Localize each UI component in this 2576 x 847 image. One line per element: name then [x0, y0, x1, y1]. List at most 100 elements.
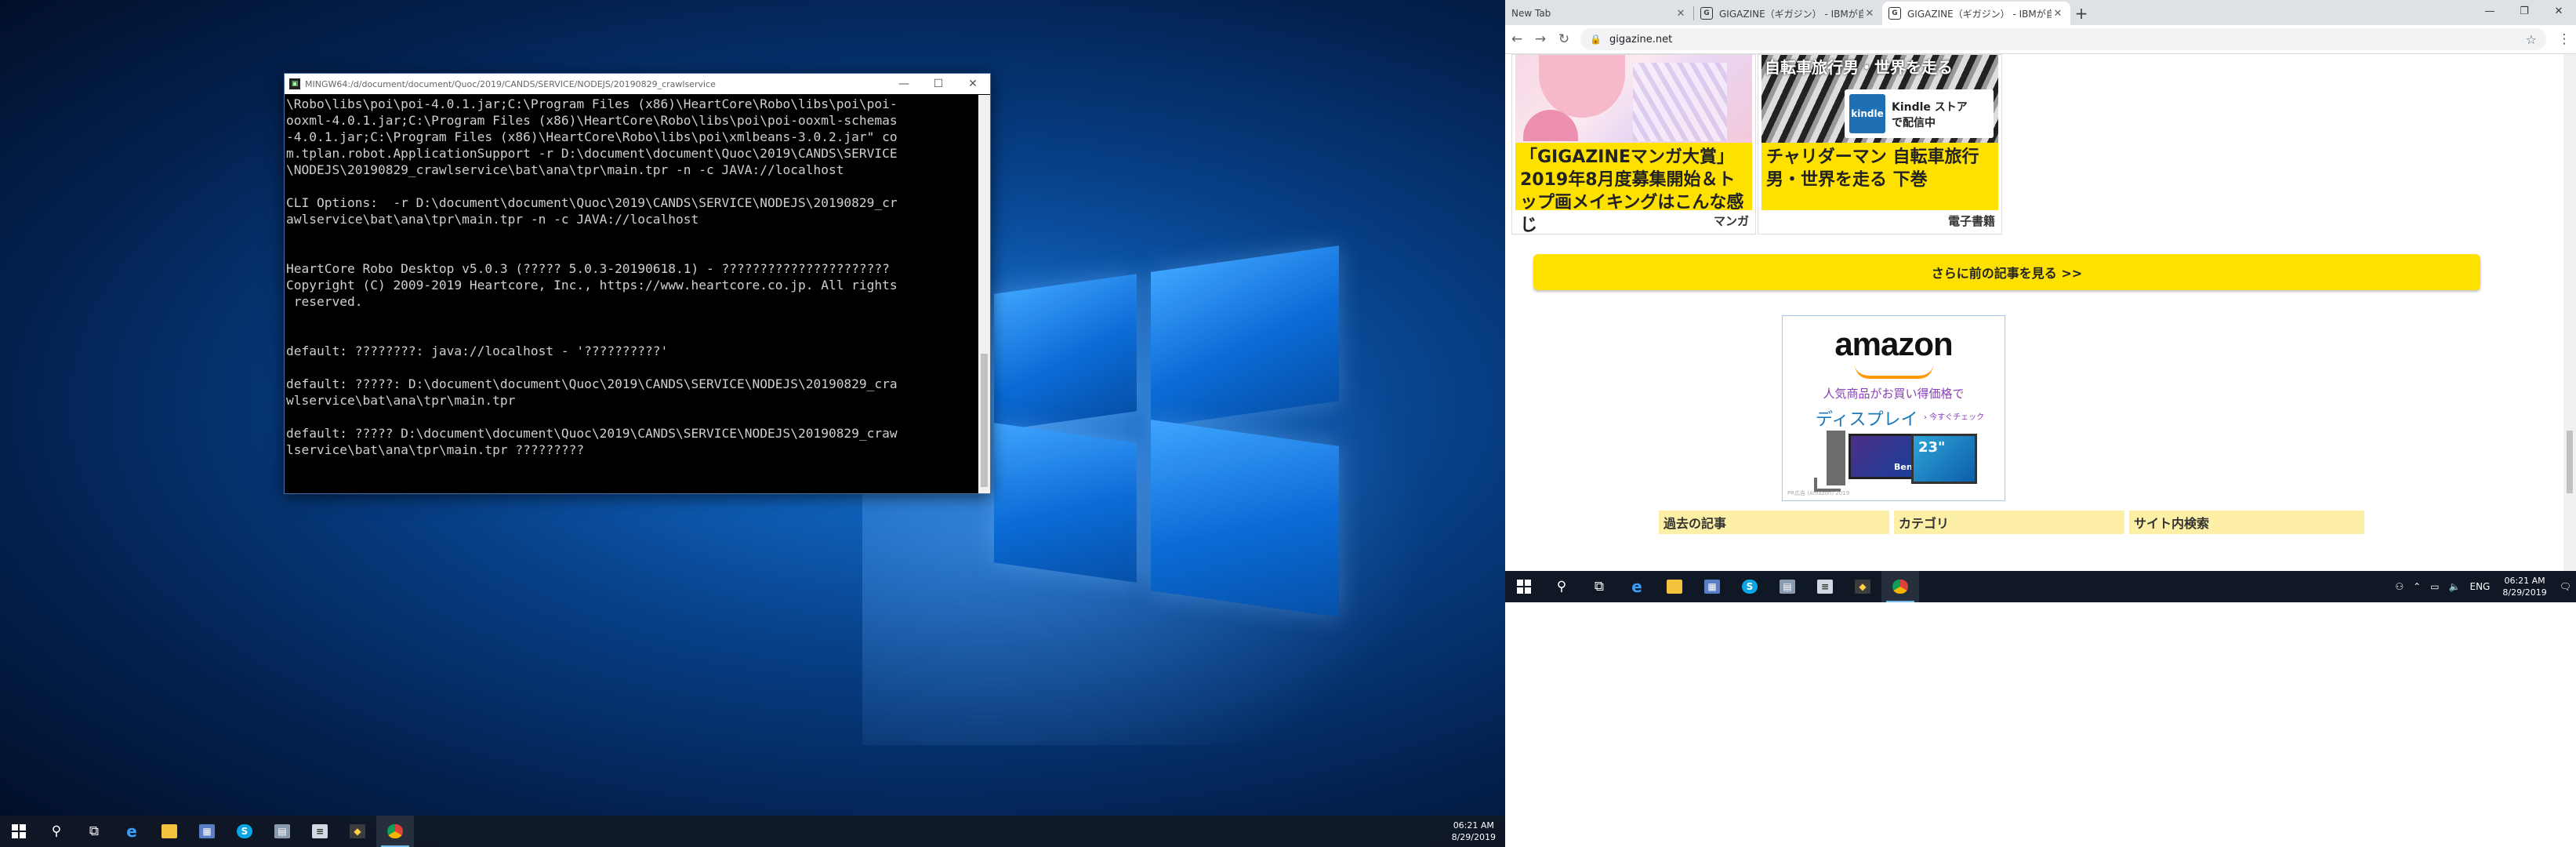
skype-icon[interactable]: S — [226, 816, 263, 847]
article-card[interactable]: 自転車旅行男・世界を走る kindle Kindle ストア で配信中 チャリダ… — [1758, 54, 2002, 234]
terminal-titlebar[interactable]: ▣ MINGW64:/d/document/document/Quoc/2019… — [285, 74, 990, 94]
terminal-line: \NODEJS\20190829_crawlservice\bat\ana\tp… — [286, 162, 844, 177]
amazon-ad[interactable]: amazon 人気商品がお買い得価格で ディスプレイ › 今すぐチェック Ben… — [1782, 315, 2005, 501]
notification-icon[interactable]: 🗨 — [2560, 581, 2571, 592]
scrollbar-thumb[interactable] — [981, 354, 988, 487]
scrollbar-thumb[interactable] — [2567, 431, 2573, 493]
forward-arrow-icon[interactable]: → — [1529, 27, 1552, 51]
clock-time: 06:21 AM — [1453, 820, 1494, 831]
task-view-icon[interactable]: ⧉ — [1580, 571, 1618, 602]
new-tab-button[interactable]: + — [2070, 2, 2092, 25]
terminal-window[interactable]: ▣ MINGW64:/d/document/document/Quoc/2019… — [284, 73, 991, 494]
start-button[interactable] — [1505, 571, 1543, 602]
close-button[interactable]: ✕ — [2542, 0, 2576, 22]
menu-kebab-icon[interactable]: ⋮ — [2552, 27, 2576, 51]
search-icon[interactable]: ⚲ — [38, 816, 75, 847]
kindle-label: Kindle ストア — [1892, 101, 1968, 114]
tab-gigazine-active[interactable]: G GIGAZINE（ギガジン） - IBMが自… ✕ — [1882, 2, 2070, 25]
article-category[interactable]: 電子書籍 — [1948, 213, 1995, 229]
edge-icon[interactable]: e — [1618, 571, 1656, 602]
notepad-icon[interactable]: ≡ — [1806, 571, 1844, 602]
chrome-icon[interactable] — [1881, 571, 1919, 602]
system-tray: ⚇ ⌃ ▭ 🔈 ENG 06:21 AM 8/29/2019 🗨 — [2390, 575, 2576, 598]
skype-icon[interactable]: S — [1731, 571, 1769, 602]
article-card[interactable]: 「GIGAZINEマンガ大賞」2019年8月度募集開始＆トップ画メイキングはこん… — [1511, 54, 1756, 235]
language-indicator[interactable]: ENG — [2470, 581, 2491, 592]
terminal-line: default: ????????: java://localhost - '?… — [286, 344, 669, 358]
minimize-button[interactable]: — — [887, 74, 921, 94]
url-text: gigazine.net — [1609, 33, 1673, 45]
terminal-output[interactable]: \Robo\libs\poi\poi-4.0.1.jar;C:\Program … — [286, 96, 978, 492]
terminal-line: m.tplan.robot.ApplicationSupport -r D:\d… — [286, 146, 898, 161]
clock[interactable]: 06:21 AM 8/29/2019 — [2502, 575, 2546, 598]
task-view-icon[interactable]: ⧉ — [75, 816, 113, 847]
category-heading: カテゴリ — [1894, 511, 2124, 534]
article-title[interactable]: チャリダーマン 自転車旅行 男・世界を走る 下巻 — [1761, 143, 1998, 210]
network-icon[interactable]: ▭ — [2430, 581, 2439, 592]
tab-new-tab[interactable]: New Tab ✕ — [1505, 2, 1693, 25]
windows-icon — [1517, 580, 1531, 594]
maximize-button[interactable]: ❐ — [2507, 0, 2542, 22]
terminal-line: default: ????? D:\document\document\Quoc… — [286, 426, 898, 441]
kindle-sublabel: で配信中 — [1892, 117, 1936, 129]
terminal-line: CLI Options: -r D:\document\document\Quo… — [286, 195, 898, 210]
web-page: 「GIGAZINEマンガ大賞」2019年8月度募集開始＆トップ画メイキングはこん… — [1505, 54, 2563, 571]
older-articles-button[interactable]: さらに前の記事を見る >> — [1533, 254, 2480, 290]
terminal-line: -4.0.1.jar;C:\Program Files (x86)\HeartC… — [286, 129, 898, 144]
monitor-size: 23" — [1918, 439, 1946, 456]
gigazine-favicon: G — [1888, 7, 1901, 20]
article-thumbnail[interactable] — [1515, 55, 1752, 143]
terminal-line: \Robo\libs\poi\poi-4.0.1.jar;C:\Program … — [286, 96, 898, 111]
article-category[interactable]: マンガ — [1714, 213, 1749, 229]
tab-label: GIGAZINE（ギガジン） - IBMが自… — [1719, 8, 1863, 20]
chrome-icon[interactable] — [376, 816, 414, 847]
app-icon[interactable]: ▦ — [1693, 571, 1731, 602]
reload-icon[interactable]: ↻ — [1552, 27, 1576, 51]
back-arrow-icon[interactable]: ← — [1505, 27, 1529, 51]
wallpaper-pane — [994, 274, 1137, 431]
article-title[interactable]: 「GIGAZINEマンガ大賞」2019年8月度募集開始＆トップ画メイキングはこん… — [1515, 143, 1752, 235]
address-bar[interactable]: 🔒 gigazine.net ☆ — [1580, 28, 2546, 50]
show-hidden-icons-icon[interactable]: ⌃ — [2413, 581, 2421, 592]
clock-date: 8/29/2019 — [2502, 587, 2547, 598]
app-icon[interactable]: ▦ — [188, 816, 226, 847]
terminal-scrollbar[interactable] — [978, 95, 990, 493]
app-icon[interactable]: ▤ — [1769, 571, 1806, 602]
close-tab-icon[interactable]: ✕ — [2052, 8, 2064, 20]
file-explorer-icon[interactable] — [1656, 571, 1693, 602]
tab-strip: New Tab ✕ G GIGAZINE（ギガジン） - IBMが自… ✕ G … — [1505, 0, 2576, 25]
clock[interactable]: 06:21 AM 8/29/2019 — [1452, 820, 1496, 843]
bookmark-star-icon[interactable]: ☆ — [2526, 32, 2537, 47]
ad-tagline: 人気商品がお買い得価格で — [1823, 387, 1965, 401]
tab-gigazine[interactable]: G GIGAZINE（ギガジン） - IBMが自… ✕ — [1694, 2, 1882, 25]
close-tab-icon[interactable]: ✕ — [1674, 8, 1687, 20]
edge-icon[interactable]: e — [113, 816, 151, 847]
volume-icon[interactable]: 🔈 — [2449, 581, 2461, 592]
amazon-smile-icon — [1855, 365, 1933, 379]
file-explorer-icon[interactable] — [151, 816, 188, 847]
notepad-icon[interactable]: ≡ — [301, 816, 339, 847]
close-button[interactable]: ✕ — [956, 74, 990, 94]
robo-icon[interactable]: ◆ — [339, 816, 376, 847]
start-button[interactable] — [0, 816, 38, 847]
maximize-button[interactable]: ☐ — [921, 74, 956, 94]
browser-toolbar: ← → ↻ 🔒 gigazine.net ☆ ⋮ — [1505, 25, 2576, 54]
thumbnail-overlay-title: 自転車旅行男・世界を走る — [1765, 58, 1953, 77]
minimize-button[interactable]: — — [2473, 0, 2507, 22]
search-icon[interactable]: ⚲ — [1543, 571, 1580, 602]
terminal-line: default: ?????: D:\document\document\Quo… — [286, 376, 898, 391]
page-scrollbar[interactable] — [2563, 54, 2576, 571]
kindle-icon: kindle — [1849, 94, 1885, 133]
close-tab-icon[interactable]: ✕ — [1863, 8, 1876, 20]
app-icon[interactable]: ▤ — [263, 816, 301, 847]
ad-cta[interactable]: › 今すぐチェック — [1924, 410, 1984, 422]
robo-icon[interactable]: ◆ — [1844, 571, 1881, 602]
article-thumbnail[interactable]: 自転車旅行男・世界を走る kindle Kindle ストア で配信中 — [1761, 55, 1998, 143]
people-icon[interactable]: ⚇ — [2395, 581, 2404, 592]
kindle-badge: kindle Kindle ストア で配信中 — [1845, 89, 1994, 138]
